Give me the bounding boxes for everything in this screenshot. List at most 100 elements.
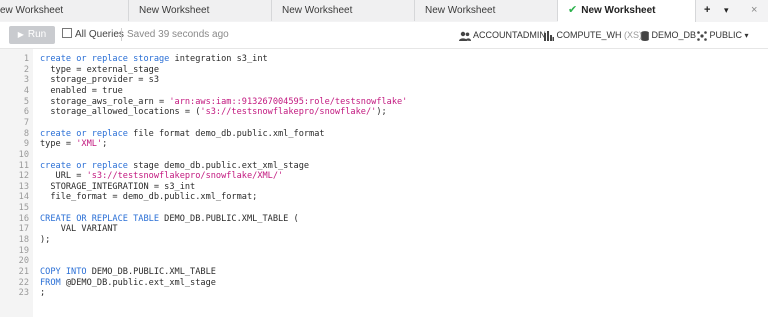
sql-text: ); (376, 107, 387, 118)
add-worksheet-button[interactable]: + (704, 0, 718, 21)
play-icon: ▶ (17, 30, 24, 39)
sql-keyword: COPY INTO (40, 267, 87, 277)
warehouse-icon (544, 30, 554, 41)
saved-status: Saved 39 seconds ago (127, 29, 229, 40)
tab-worksheet-2[interactable]: New Worksheet (129, 0, 272, 21)
database-selector[interactable]: DEMO_DB (641, 28, 696, 42)
code-line[interactable]: 21 COPY INTO DEMO_DB.PUBLIC.XML_TABLE (0, 267, 768, 278)
schema-icon (697, 30, 707, 41)
code-text: type = 'XML'; (40, 139, 107, 150)
code-line[interactable]: 5 storage_aws_role_arn = 'arn:aws:iam::9… (0, 97, 768, 108)
all-queries-checkbox[interactable]: All Queries (62, 28, 124, 42)
run-button[interactable]: ▶ Run (9, 26, 55, 44)
line-number: 2 (23, 64, 29, 75)
role-selector[interactable]: ACCOUNTADMIN (459, 28, 546, 42)
code-text: create or replace file format demo_db.pu… (40, 129, 325, 140)
line-number: 6 (23, 107, 29, 118)
code-line[interactable]: 13 STORAGE_INTEGRATION = s3_int (0, 182, 768, 193)
sql-text: STORAGE_INTEGRATION = s3_int (40, 181, 196, 192)
sql-editor[interactable]: 1 create or replace storage integration s… (0, 49, 768, 317)
check-icon: ✔ (568, 4, 578, 16)
sql-text: file_format = demo_db.public.xml_format; (40, 192, 258, 203)
code-line[interactable]: 22 FROM @DEMO_DB.public.ext_xml_stage (0, 278, 768, 289)
code-line[interactable]: 11 create or replace stage demo_db.public… (0, 161, 768, 172)
code-line[interactable]: 23; (0, 288, 768, 299)
code-line[interactable]: 18); (0, 235, 768, 246)
code-text: FROM @DEMO_DB.public.ext_xml_stage (40, 278, 216, 289)
line-number: 19 (18, 245, 29, 256)
sql-text: DEMO_DB.PUBLIC.XML_TABLE ( (159, 213, 299, 224)
code-text: URL = 's3://testsnowflakepro/snowflake/X… (40, 171, 284, 182)
tab-worksheet-4[interactable]: New Worksheet (415, 0, 558, 21)
warehouse-selector[interactable]: COMPUTE_WH (XS) (544, 28, 642, 42)
worksheet-tab-bar: ew Worksheet New Worksheet New Worksheet… (0, 0, 768, 23)
code-line[interactable]: 8 create or replace file format demo_db.p… (0, 129, 768, 140)
code-line[interactable]: 15 (0, 203, 768, 214)
code-line[interactable]: 19 (0, 246, 768, 257)
code-line[interactable]: 9 type = 'XML'; (0, 139, 768, 150)
line-number: 3 (23, 75, 29, 86)
chevron-down-icon: ▾ (744, 31, 749, 40)
code-line[interactable]: 3 storage_provider = s3 (0, 75, 768, 86)
code-text: type = external_stage (40, 65, 159, 76)
code-line[interactable]: 2 type = external_stage (0, 65, 768, 76)
code-line[interactable]: 12 URL = 's3://testsnowflakepro/snowflak… (0, 171, 768, 182)
code-line[interactable]: 17 VAL VARIANT (0, 224, 768, 235)
line-number: 17 (18, 224, 29, 235)
warehouse-size-label: (XS) (624, 30, 643, 40)
code-line[interactable]: 14 file_format = demo_db.public.xml_form… (0, 192, 768, 203)
line-number: 10 (18, 149, 29, 160)
line-number: 14 (18, 192, 29, 203)
code-text: ; (40, 288, 45, 299)
worksheet-menu-chevron-icon[interactable]: ▾ (724, 0, 734, 21)
sql-text: integration s3_int (169, 54, 268, 64)
sql-string: 'XML' (76, 139, 103, 150)
code-line[interactable]: 1 create or replace storage integration s… (0, 54, 768, 65)
line-number: 18 (18, 235, 29, 246)
line-number: 11 (18, 160, 29, 171)
line-number: 7 (23, 117, 29, 128)
code-text: VAL VARIANT (40, 224, 118, 235)
line-number: 20 (18, 256, 29, 267)
line-number: 15 (18, 203, 29, 214)
code-text: storage_aws_role_arn = 'arn:aws:iam::913… (40, 97, 407, 108)
line-number: 23 (18, 288, 29, 299)
line-number: 13 (18, 181, 29, 192)
code-text: COPY INTO DEMO_DB.PUBLIC.XML_TABLE (40, 267, 216, 278)
checkbox-icon[interactable] (62, 28, 72, 38)
line-number: 9 (23, 139, 29, 150)
sql-keyword: FROM (40, 277, 61, 288)
run-button-label: Run (27, 29, 47, 40)
sql-text: URL = (40, 171, 87, 182)
sql-text: stage demo_db.public.ext_xml_stage (127, 160, 310, 171)
sql-keyword: CREATE OR REPLACE TABLE (40, 213, 159, 224)
code-line[interactable]: 6 storage_allowed_locations = ('s3://tes… (0, 107, 768, 118)
code-line[interactable]: 16 CREATE OR REPLACE TABLE DEMO_DB.PUBLIC… (0, 214, 768, 225)
sql-string: 's3://testsnowflakepro/snowflake/XML/' (86, 171, 284, 182)
code-line[interactable]: 20 (0, 256, 768, 267)
code-line[interactable]: 4 enabled = true (0, 86, 768, 97)
worksheet-toolbar: ▶ Run All Queries Saved 39 seconds ago AC… (0, 22, 768, 49)
tab-label: New Worksheet (139, 5, 210, 16)
code-text: create or replace stage demo_db.public.e… (40, 161, 309, 172)
database-icon (641, 30, 649, 41)
tab-worksheet-3[interactable]: New Worksheet (272, 0, 415, 21)
close-icon[interactable]: × (751, 0, 761, 21)
code-text: ); (40, 235, 50, 246)
code-text: storage_allowed_locations = ('s3://tests… (40, 107, 387, 118)
role-label: ACCOUNTADMIN (473, 30, 546, 40)
line-number: 1 (23, 54, 29, 64)
sql-text: VAL VARIANT (40, 224, 118, 235)
sql-string: 'arn:aws:iam::913267004595:role/testsnow… (169, 96, 408, 107)
line-number: 8 (23, 128, 29, 139)
sql-text: type = (40, 139, 77, 150)
tab-label: New Worksheet (425, 5, 496, 16)
tab-worksheet-1[interactable]: ew Worksheet (0, 0, 129, 21)
sql-text: file format demo_db.public.xml_format (127, 128, 325, 139)
sql-text: ; (102, 139, 108, 150)
schema-selector[interactable]: PUBLIC ▾ (697, 28, 749, 43)
code-line[interactable]: 10 (0, 150, 768, 161)
sql-text: type = external_stage (40, 64, 159, 75)
code-line[interactable]: 7 (0, 118, 768, 129)
tab-worksheet-active[interactable]: ✔ New Worksheet (558, 0, 696, 22)
